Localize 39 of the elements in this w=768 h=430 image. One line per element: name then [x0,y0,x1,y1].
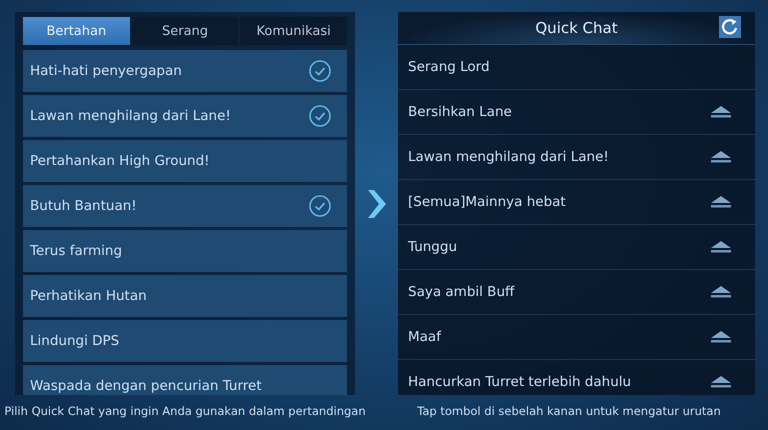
tab[interactable]: Serang [132,17,238,45]
move-up-button[interactable] [709,240,733,254]
tab[interactable]: Komunikasi [240,17,348,45]
option-row[interactable]: Pertahankan High Ground! [23,140,347,182]
chat-label: Bersihkan Lane [408,104,512,120]
option-label: Terus farming [30,243,122,259]
hint-text: Tap tombol di sebelah kanan untuk mengatur urutan [416,404,722,418]
option-label: Waspada dengan pencurian Turret [30,378,262,394]
tab[interactable]: Bertahan [23,17,130,45]
chat-label: Tunggu [408,239,458,255]
option-label: Hati-hati penyergapan [30,63,182,79]
option-row[interactable]: Waspada dengan pencurian Turret [23,365,347,395]
chat-label: Serang Lord [408,59,490,75]
panel-title: Quick Chat [535,19,618,37]
chat-label: Hancurkan Turret terlebih dahulu [408,374,632,390]
chat-label: Maaf [408,329,441,345]
option-label: Lawan menghilang dari Lane! [30,108,231,124]
option-row[interactable]: Terus farming [23,230,347,272]
chat-label: [Semua]Mainnya hebat [408,194,566,210]
refresh-button[interactable] [719,16,741,38]
move-up-button[interactable] [709,150,733,164]
option-row[interactable]: Lindungi DPS [23,320,347,362]
chat-label: Saya ambil Buff [408,284,514,300]
move-up-button[interactable] [709,285,733,299]
move-up-button[interactable] [709,375,733,389]
hint-text: Pilih Quick Chat yang ingin Anda gunakan dalam pertandingan [3,404,367,418]
option-row[interactable]: Lawan menghilang dari Lane! [23,95,347,137]
option-row[interactable]: Butuh Bantuan! [23,185,347,227]
chat-label: Lawan menghilang dari Lane! [408,149,609,165]
option-label: Lindungi DPS [30,333,120,349]
option-row[interactable]: Hati-hati penyergapan [23,50,347,92]
option-label: Pertahankan High Ground! [30,153,210,169]
option-row[interactable]: Perhatikan Hutan [23,275,347,317]
move-up-button[interactable] [709,105,733,119]
option-label: Butuh Bantuan! [30,198,137,214]
move-up-button[interactable] [709,195,733,209]
option-label: Perhatikan Hutan [30,288,147,304]
chevron-icon [366,188,388,220]
move-up-button[interactable] [709,330,733,344]
